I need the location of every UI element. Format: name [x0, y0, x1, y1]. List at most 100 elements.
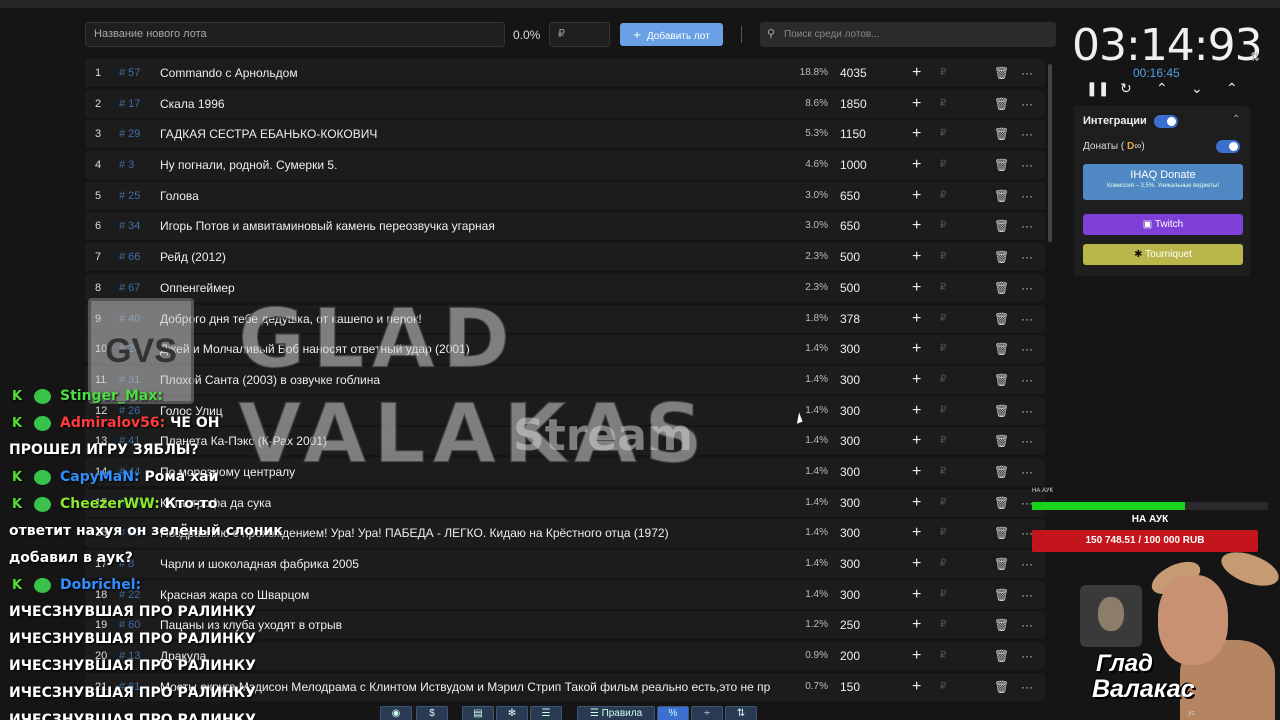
- reset-icon[interactable]: ↻: [1120, 80, 1132, 97]
- trash-icon[interactable]: 🗑: [994, 59, 1009, 87]
- add-amount-icon[interactable]: +: [912, 581, 921, 609]
- trash-icon[interactable]: 🗑: [994, 274, 1009, 302]
- ruble-icon[interactable]: ₽: [940, 120, 946, 148]
- ruble-icon[interactable]: ₽: [940, 212, 946, 240]
- chevron-down-icon[interactable]: ⌄: [1191, 80, 1203, 97]
- ruble-icon[interactable]: ₽: [940, 243, 946, 271]
- trash-icon[interactable]: 🗑: [994, 366, 1009, 394]
- trash-icon[interactable]: 🗑: [994, 335, 1009, 363]
- trash-icon[interactable]: 🗑: [994, 519, 1009, 547]
- tourniquet-button[interactable]: ✱ Tourniquet: [1083, 244, 1243, 265]
- amount-input[interactable]: ₽: [549, 22, 610, 47]
- more-icon[interactable]: ···: [1021, 397, 1033, 425]
- ruble-icon[interactable]: ₽: [940, 489, 946, 517]
- add-amount-icon[interactable]: +: [912, 611, 921, 639]
- more-icon[interactable]: ···: [1021, 212, 1033, 240]
- rules-button[interactable]: ☰ Правила: [577, 706, 655, 720]
- more-icon[interactable]: ···: [1021, 182, 1033, 210]
- add-amount-icon[interactable]: +: [912, 243, 921, 271]
- more-icon[interactable]: ···: [1021, 366, 1033, 394]
- lot-name-input[interactable]: Название нового лота: [85, 22, 505, 47]
- more-icon[interactable]: ···: [1021, 274, 1033, 302]
- add-amount-icon[interactable]: +: [912, 59, 921, 87]
- swap-icon[interactable]: ⇅: [1250, 50, 1260, 64]
- github-icon[interactable]: ◉: [380, 706, 412, 720]
- more-icon[interactable]: ···: [1021, 458, 1033, 486]
- trash-icon[interactable]: 🗑: [994, 489, 1009, 517]
- trash-icon[interactable]: 🗑: [994, 611, 1009, 639]
- lot-row[interactable]: 5 # 25 Голова 3.0% 650 + ₽ 🗑 ···: [85, 181, 1045, 210]
- add-amount-icon[interactable]: +: [912, 519, 921, 547]
- more-icon[interactable]: ···: [1021, 642, 1033, 670]
- lot-row[interactable]: 1 # 57 Commando с Арнольдом 18.8% 4035 + ₽ 🗑 ···: [85, 59, 1045, 87]
- search-input[interactable]: ⚲ Поиск среди лотов...: [760, 22, 1056, 47]
- trash-icon[interactable]: 🗑: [994, 642, 1009, 670]
- more-icon[interactable]: ···: [1021, 550, 1033, 578]
- add-amount-icon[interactable]: +: [912, 550, 921, 578]
- chevron-up-icon[interactable]: ⌃: [1156, 80, 1168, 97]
- list-icon[interactable]: ☰: [530, 706, 562, 720]
- double-up-icon[interactable]: ⌃: [1226, 80, 1238, 97]
- ruble-icon[interactable]: ₽: [940, 611, 946, 639]
- more-icon[interactable]: ···: [1021, 611, 1033, 639]
- trash-icon[interactable]: 🗑: [994, 581, 1009, 609]
- trash-icon[interactable]: 🗑: [994, 673, 1009, 701]
- ruble-icon[interactable]: ₽: [940, 581, 946, 609]
- trash-icon[interactable]: 🗑: [994, 90, 1009, 118]
- more-icon[interactable]: ···: [1021, 151, 1033, 179]
- lot-row[interactable]: 6 # 34 Игорь Потов и амвитаминовый камень …: [85, 212, 1045, 241]
- ruble-icon[interactable]: ₽: [940, 550, 946, 578]
- add-amount-icon[interactable]: +: [912, 673, 921, 701]
- lot-row[interactable]: 7 # 66 Рейд (2012) 2.3% 500 + ₽ 🗑 ···: [85, 243, 1045, 272]
- pause-icon[interactable]: ❚❚: [1086, 80, 1109, 97]
- add-lot-button[interactable]: + Добавить лот: [620, 23, 723, 46]
- trash-icon[interactable]: 🗑: [994, 243, 1009, 271]
- add-amount-icon[interactable]: +: [912, 212, 921, 240]
- ihaq-donate-button[interactable]: IHAQ Donate Комиссия – 3,5%. Уникальные …: [1083, 164, 1243, 200]
- percent-icon[interactable]: %: [657, 706, 689, 720]
- lot-row[interactable]: 3 # 29 ГАДКАЯ СЕСТРА ЕБАНЬКО-КОКОВИЧ 5.3% 11…: [85, 120, 1045, 149]
- dollar-icon[interactable]: $: [416, 706, 448, 720]
- ruble-icon[interactable]: ₽: [940, 673, 946, 701]
- ruble-icon[interactable]: ₽: [940, 151, 946, 179]
- trash-icon[interactable]: 🗑: [994, 151, 1009, 179]
- trash-icon[interactable]: 🗑: [994, 427, 1009, 455]
- ruble-icon[interactable]: ₽: [940, 642, 946, 670]
- more-icon[interactable]: ···: [1021, 427, 1033, 455]
- trash-icon[interactable]: 🗑: [994, 120, 1009, 148]
- lot-row[interactable]: 4 # 3 Ну погнали, родной. Сумерки 5. 4.6% 10…: [85, 151, 1045, 180]
- ruble-icon[interactable]: ₽: [940, 182, 946, 210]
- bug-icon[interactable]: ✻: [496, 706, 528, 720]
- trash-icon[interactable]: 🗑: [994, 397, 1009, 425]
- more-icon[interactable]: ···: [1021, 581, 1033, 609]
- divide-icon[interactable]: ÷: [691, 706, 723, 720]
- ruble-icon[interactable]: ₽: [940, 90, 946, 118]
- integrations-toggle[interactable]: [1154, 115, 1178, 128]
- more-icon[interactable]: ···: [1021, 90, 1033, 118]
- donations-toggle[interactable]: [1216, 140, 1240, 153]
- twitch-button[interactable]: ▣ Twitch: [1083, 214, 1243, 235]
- add-amount-icon[interactable]: +: [912, 90, 921, 118]
- more-icon[interactable]: ···: [1021, 673, 1033, 701]
- add-amount-icon[interactable]: +: [912, 151, 921, 179]
- lot-row[interactable]: 2 # 17 Скала 1996 8.6% 1850 + ₽ 🗑 ···: [85, 89, 1045, 118]
- trash-icon[interactable]: 🗑: [994, 550, 1009, 578]
- more-icon[interactable]: ···: [1021, 335, 1033, 363]
- add-amount-icon[interactable]: +: [912, 489, 921, 517]
- add-amount-icon[interactable]: +: [912, 642, 921, 670]
- add-amount-icon[interactable]: +: [912, 182, 921, 210]
- more-icon[interactable]: ···: [1021, 120, 1033, 148]
- trash-icon[interactable]: 🗑: [994, 182, 1009, 210]
- ruble-icon[interactable]: ₽: [940, 519, 946, 547]
- history-icon[interactable]: ▤: [462, 706, 494, 720]
- trash-icon[interactable]: 🗑: [994, 212, 1009, 240]
- scrollbar[interactable]: [1048, 64, 1052, 242]
- add-amount-icon[interactable]: +: [912, 120, 921, 148]
- sort-icon[interactable]: ⇅: [725, 706, 757, 720]
- collapse-icon[interactable]: ⌃: [1232, 114, 1240, 125]
- more-icon[interactable]: ···: [1021, 59, 1033, 87]
- more-icon[interactable]: ···: [1021, 305, 1033, 333]
- trash-icon[interactable]: 🗑: [994, 458, 1009, 486]
- ruble-icon[interactable]: ₽: [940, 59, 946, 87]
- more-icon[interactable]: ···: [1021, 243, 1033, 271]
